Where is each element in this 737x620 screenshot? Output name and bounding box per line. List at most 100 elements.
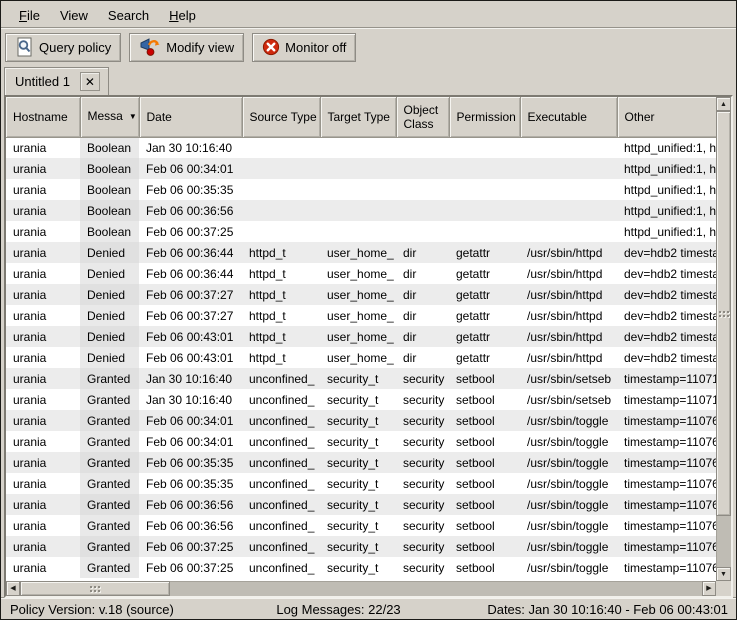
cell-object-class [396, 158, 449, 179]
table-row[interactable]: uraniaDeniedFeb 06 00:37:27httpd_tuser_h… [6, 305, 716, 326]
table-row[interactable]: uraniaDeniedFeb 06 00:43:01httpd_tuser_h… [6, 347, 716, 368]
menu-search[interactable]: Search [98, 5, 159, 26]
dates-status: Dates: Jan 30 10:16:40 - Feb 06 00:43:01 [406, 602, 736, 617]
cell-executable [520, 158, 617, 179]
scroll-right-button[interactable]: ▶ [702, 581, 716, 596]
cell-target-type [320, 221, 396, 242]
table-row[interactable]: uraniaGrantedJan 30 10:16:40unconfined_s… [6, 368, 716, 389]
cell-message: Denied [80, 305, 139, 326]
cell-other: httpd_unified:1, h [617, 221, 716, 242]
table-row[interactable]: uraniaDeniedFeb 06 00:37:27httpd_tuser_h… [6, 284, 716, 305]
horizontal-scrollbar-thumb[interactable] [20, 581, 170, 596]
cell-executable: /usr/sbin/toggle [520, 452, 617, 473]
cell-target-type: security_t [320, 452, 396, 473]
cell-source-type: unconfined_ [242, 368, 320, 389]
cell-date: Feb 06 00:36:56 [139, 515, 242, 536]
cell-date: Feb 06 00:37:25 [139, 557, 242, 578]
cell-permission: setbool [449, 452, 520, 473]
cell-permission [449, 200, 520, 221]
table-row[interactable]: uraniaGrantedFeb 06 00:35:35unconfined_s… [6, 473, 716, 494]
cell-message: Denied [80, 326, 139, 347]
cell-permission: getattr [449, 263, 520, 284]
cell-target-type: user_home_ [320, 305, 396, 326]
cell-hostname: urania [6, 473, 80, 494]
monitor-off-icon [262, 38, 280, 56]
cell-executable [520, 179, 617, 200]
cell-other: timestamp=11076 [617, 515, 716, 536]
monitor-off-button[interactable]: Monitor off [252, 33, 356, 62]
cell-permission [449, 221, 520, 242]
table-row[interactable]: uraniaGrantedFeb 06 00:34:01unconfined_s… [6, 410, 716, 431]
col-header-date[interactable]: Date [139, 97, 242, 137]
cell-object-class [396, 221, 449, 242]
query-policy-icon [15, 37, 34, 57]
table-row[interactable]: uraniaBooleanJan 30 10:16:40httpd_unifie… [6, 137, 716, 158]
col-header-hostname[interactable]: Hostname [6, 97, 80, 137]
modify-view-button[interactable]: Modify view [129, 33, 244, 62]
cell-source-type [242, 179, 320, 200]
cell-message: Granted [80, 431, 139, 452]
cell-message: Granted [80, 473, 139, 494]
cell-message: Boolean [80, 221, 139, 242]
menu-view[interactable]: View [50, 5, 98, 26]
cell-permission [449, 179, 520, 200]
table-row[interactable]: uraniaDeniedFeb 06 00:36:44httpd_tuser_h… [6, 263, 716, 284]
cell-other: timestamp=11076 [617, 557, 716, 578]
col-header-source-type[interactable]: Source Type [242, 97, 320, 137]
table-row[interactable]: uraniaGrantedJan 30 10:16:40unconfined_s… [6, 389, 716, 410]
cell-target-type: security_t [320, 473, 396, 494]
cell-other: timestamp=11071 [617, 368, 716, 389]
vertical-scrollbar-thumb[interactable] [716, 111, 731, 516]
cell-date: Feb 06 00:34:01 [139, 431, 242, 452]
col-header-permission[interactable]: Permission [449, 97, 520, 137]
scroll-up-button[interactable]: ▲ [716, 97, 731, 111]
table-row[interactable]: uraniaDeniedFeb 06 00:43:01httpd_tuser_h… [6, 326, 716, 347]
table-row[interactable]: uraniaGrantedFeb 06 00:37:25unconfined_s… [6, 536, 716, 557]
cell-other: timestamp=11076 [617, 452, 716, 473]
horizontal-scrollbar[interactable]: ◀ ▶ [6, 581, 716, 596]
table-row[interactable]: uraniaBooleanFeb 06 00:35:35httpd_unifie… [6, 179, 716, 200]
cell-executable: /usr/sbin/setseb [520, 389, 617, 410]
cell-target-type: user_home_ [320, 347, 396, 368]
log-view: Hostname Messa▼ Date Source Type Target … [4, 95, 733, 598]
table-row[interactable]: uraniaDeniedFeb 06 00:36:44httpd_tuser_h… [6, 242, 716, 263]
cell-target-type: user_home_ [320, 284, 396, 305]
cell-object-class: dir [396, 347, 449, 368]
cell-target-type: security_t [320, 368, 396, 389]
cell-other: timestamp=11076 [617, 473, 716, 494]
col-header-other[interactable]: Other [617, 97, 716, 137]
cell-target-type: security_t [320, 389, 396, 410]
vertical-scrollbar[interactable]: ▲ ▼ [716, 97, 731, 581]
col-header-target-type[interactable]: Target Type [320, 97, 396, 137]
log-table-view: Hostname Messa▼ Date Source Type Target … [6, 97, 716, 581]
cell-date: Feb 06 00:37:27 [139, 305, 242, 326]
table-row[interactable]: uraniaGrantedFeb 06 00:35:35unconfined_s… [6, 452, 716, 473]
scroll-left-button[interactable]: ◀ [6, 581, 20, 596]
cell-object-class: dir [396, 305, 449, 326]
col-header-executable[interactable]: Executable [520, 97, 617, 137]
col-header-message[interactable]: Messa▼ [80, 97, 139, 137]
menu-file[interactable]: File [9, 5, 50, 26]
table-row[interactable]: uraniaGrantedFeb 06 00:36:56unconfined_s… [6, 515, 716, 536]
table-row[interactable]: uraniaGrantedFeb 06 00:36:56unconfined_s… [6, 494, 716, 515]
cell-date: Feb 06 00:34:01 [139, 410, 242, 431]
tab-close-button[interactable]: ✕ [80, 72, 100, 91]
col-header-object-class[interactable]: Object Class [396, 97, 449, 137]
tab-untitled-1[interactable]: Untitled 1 ✕ [4, 67, 109, 95]
cell-target-type: user_home_ [320, 326, 396, 347]
cell-source-type: httpd_t [242, 263, 320, 284]
cell-source-type: httpd_t [242, 284, 320, 305]
query-policy-button[interactable]: Query policy [5, 33, 121, 62]
table-row[interactable]: uraniaGrantedFeb 06 00:34:01unconfined_s… [6, 431, 716, 452]
horizontal-scrollbar-trough[interactable] [170, 581, 702, 596]
scroll-down-button[interactable]: ▼ [716, 567, 731, 581]
cell-other: dev=hdb2 timesta [617, 347, 716, 368]
table-row[interactable]: uraniaBooleanFeb 06 00:34:01httpd_unifie… [6, 158, 716, 179]
table-row[interactable]: uraniaGrantedFeb 06 00:37:25unconfined_s… [6, 557, 716, 578]
menu-help[interactable]: Help [159, 5, 206, 26]
cell-date: Feb 06 00:36:44 [139, 263, 242, 284]
table-row[interactable]: uraniaBooleanFeb 06 00:37:25httpd_unifie… [6, 221, 716, 242]
cell-hostname: urania [6, 389, 80, 410]
table-row[interactable]: uraniaBooleanFeb 06 00:36:56httpd_unifie… [6, 200, 716, 221]
vertical-scrollbar-trough[interactable] [716, 516, 731, 567]
